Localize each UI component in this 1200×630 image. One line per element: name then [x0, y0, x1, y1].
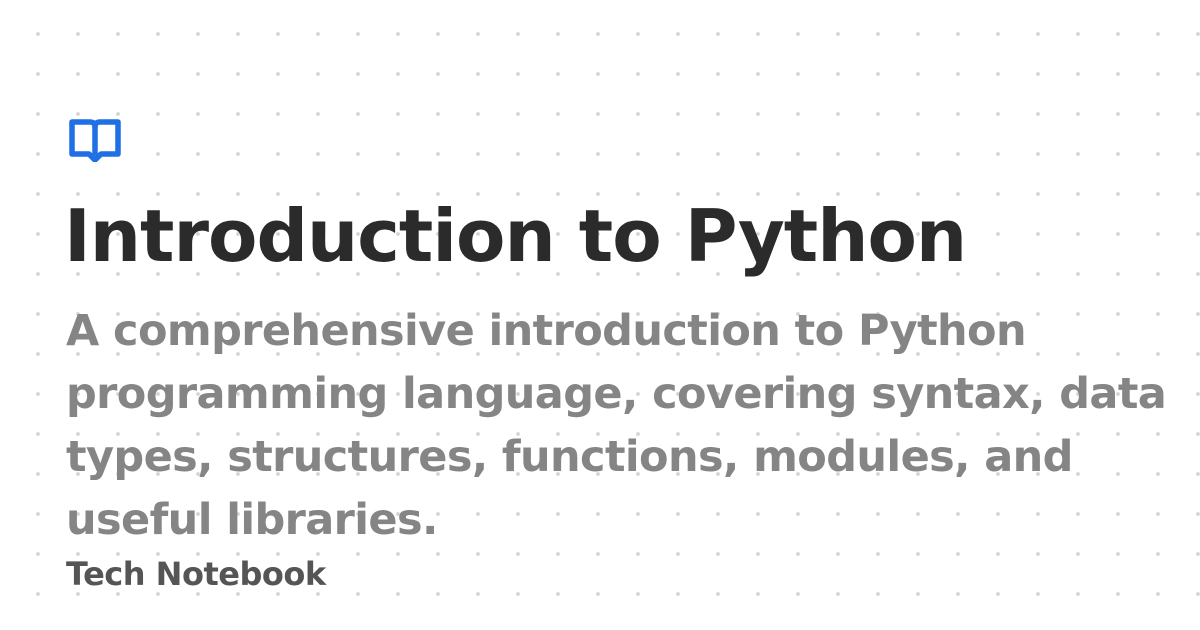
page-description: A comprehensive introduction to Python p…	[66, 306, 1167, 545]
page-title: Introduction to Python	[64, 194, 967, 278]
open-book-icon	[69, 119, 121, 162]
site-name: Tech Notebook	[66, 555, 326, 593]
social-card: Introduction to Python A comprehensive i…	[0, 0, 1200, 630]
